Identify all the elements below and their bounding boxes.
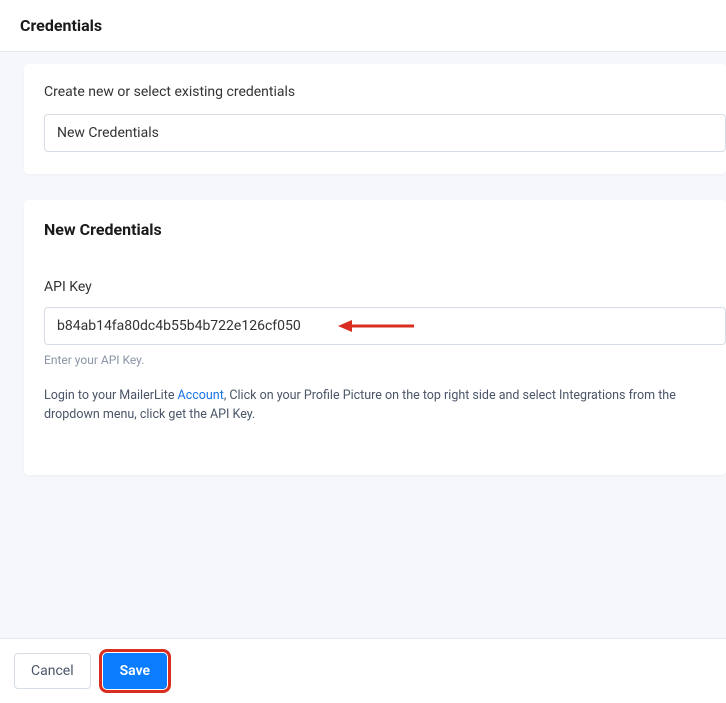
form-title: New Credentials xyxy=(44,220,726,239)
apikey-input[interactable] xyxy=(44,307,726,345)
help-prefix: Login to your MailerLite xyxy=(44,388,178,403)
page-title: Credentials xyxy=(20,16,706,35)
modal-header: Credentials xyxy=(0,0,726,52)
select-credentials-label: Create new or select existing credential… xyxy=(44,84,726,100)
credentials-select[interactable] xyxy=(44,114,726,152)
help-text: Login to your MailerLite Account, Click … xyxy=(44,387,726,425)
cancel-button[interactable]: Cancel xyxy=(14,653,91,689)
save-button[interactable]: Save xyxy=(103,653,167,689)
modal-footer: Cancel Save xyxy=(0,638,726,703)
apikey-hint: Enter your API Key. xyxy=(44,353,726,367)
select-credentials-card: Create new or select existing credential… xyxy=(24,64,726,174)
modal-content: Create new or select existing credential… xyxy=(0,52,726,475)
account-link[interactable]: Account xyxy=(178,388,224,403)
new-credentials-card: New Credentials API Key Enter your API K… xyxy=(24,200,726,475)
apikey-label: API Key xyxy=(44,279,726,295)
